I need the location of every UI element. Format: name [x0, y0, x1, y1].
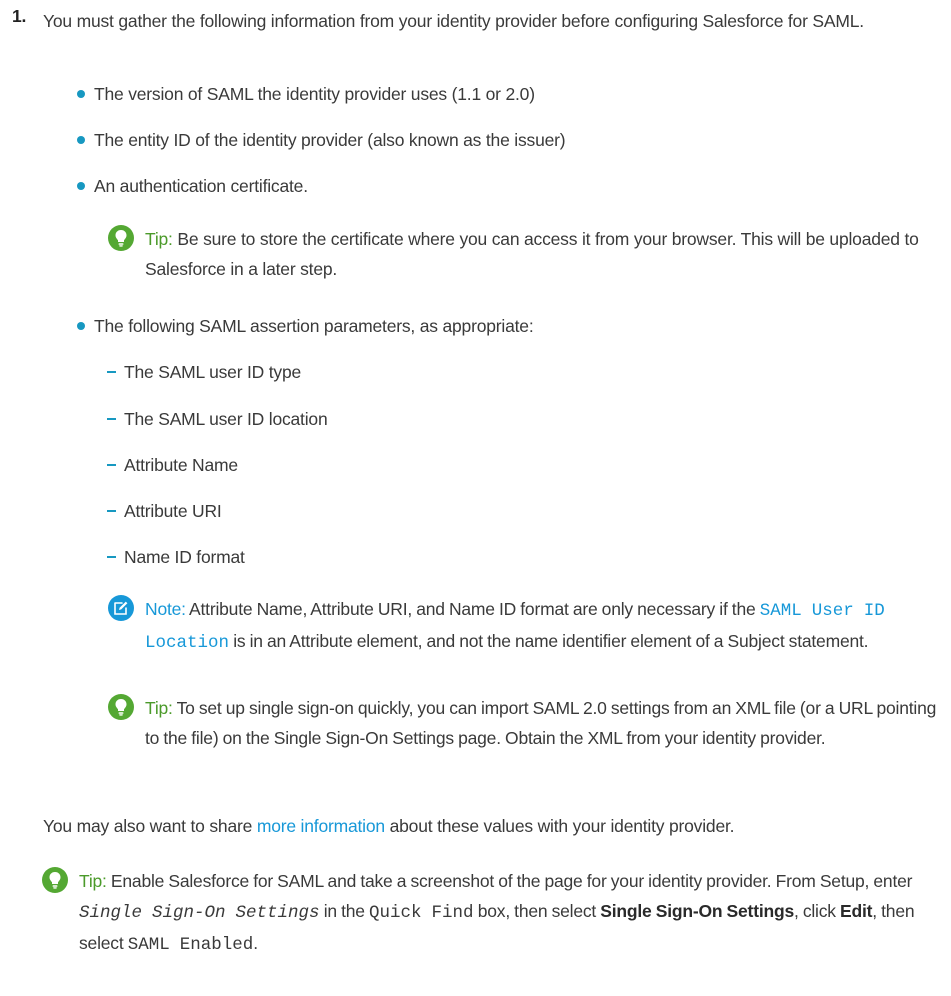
- step-text: You must gather the following informatio…: [43, 11, 864, 31]
- edit-note-icon: [108, 595, 134, 621]
- tip3-text-d: , click: [794, 901, 836, 921]
- tip3-text-f: .: [253, 933, 258, 953]
- lightbulb-icon: [108, 225, 134, 251]
- quick-find-search-term: Single Sign-On Settings: [79, 903, 320, 923]
- tip-label: Tip:: [145, 229, 173, 249]
- document-page: 1. You must gather the following informa…: [0, 0, 951, 996]
- lightbulb-icon: [42, 867, 68, 893]
- tip-label: Tip:: [79, 871, 107, 891]
- more-information-link[interactable]: more information: [257, 816, 385, 836]
- tip-text: Be sure to store the certificate where y…: [145, 229, 919, 279]
- share-text-b: about these values with your identity pr…: [389, 816, 735, 836]
- note-text-b: is in an Attribute element, and not the …: [233, 631, 869, 651]
- param-user-id-type: The SAML user ID type: [106, 357, 301, 387]
- note-callout: Note: Attribute Name, Attribute URI, and…: [108, 594, 945, 658]
- tip-label: Tip:: [145, 698, 173, 718]
- note-text-a: Attribute Name, Attribute URI, and Name …: [189, 599, 756, 619]
- quick-find-code: Quick Find: [369, 903, 474, 923]
- saml-enabled-code: SAML Enabled: [127, 935, 254, 955]
- param-attribute-name: Attribute Name: [107, 450, 238, 480]
- share-paragraph: You may also want to share more informat…: [43, 811, 943, 841]
- tip3-text-b: in the: [323, 901, 365, 921]
- bullet-auth-certificate: An authentication certificate.: [77, 171, 308, 201]
- bullet-saml-version: The version of SAML the identity provide…: [77, 79, 535, 109]
- bullet-assertion-params: The following SAML assertion parameters,…: [77, 311, 534, 341]
- tip-callout-certificate: Tip: Be sure to store the certificate wh…: [108, 224, 945, 284]
- bullet-entity-id: The entity ID of the identity provider (…: [76, 125, 566, 155]
- param-attribute-uri: Attribute URI: [107, 496, 222, 526]
- note-label: Note:: [145, 599, 186, 619]
- tip3-text-a: Enable Salesforce for SAML and take a sc…: [110, 871, 913, 891]
- lightbulb-icon: [108, 694, 134, 720]
- param-name-id-format: Name ID format: [107, 542, 245, 572]
- single-sign-on-settings-bold: Single Sign-On Settings: [600, 901, 794, 921]
- edit-bold: Edit: [840, 901, 873, 921]
- tip-callout-import: Tip: To set up single sign-on quickly, y…: [108, 693, 950, 753]
- param-user-id-location: The SAML user ID location: [106, 404, 328, 434]
- tip-callout-screenshot: Tip: Enable Salesforce for SAML and take…: [42, 866, 944, 960]
- step-number: 1.: [12, 6, 27, 26]
- tip3-text-c: box, then select: [477, 901, 597, 921]
- share-text-a: You may also want to share: [43, 816, 253, 836]
- tip-text: To set up single sign-on quickly, you ca…: [145, 698, 937, 748]
